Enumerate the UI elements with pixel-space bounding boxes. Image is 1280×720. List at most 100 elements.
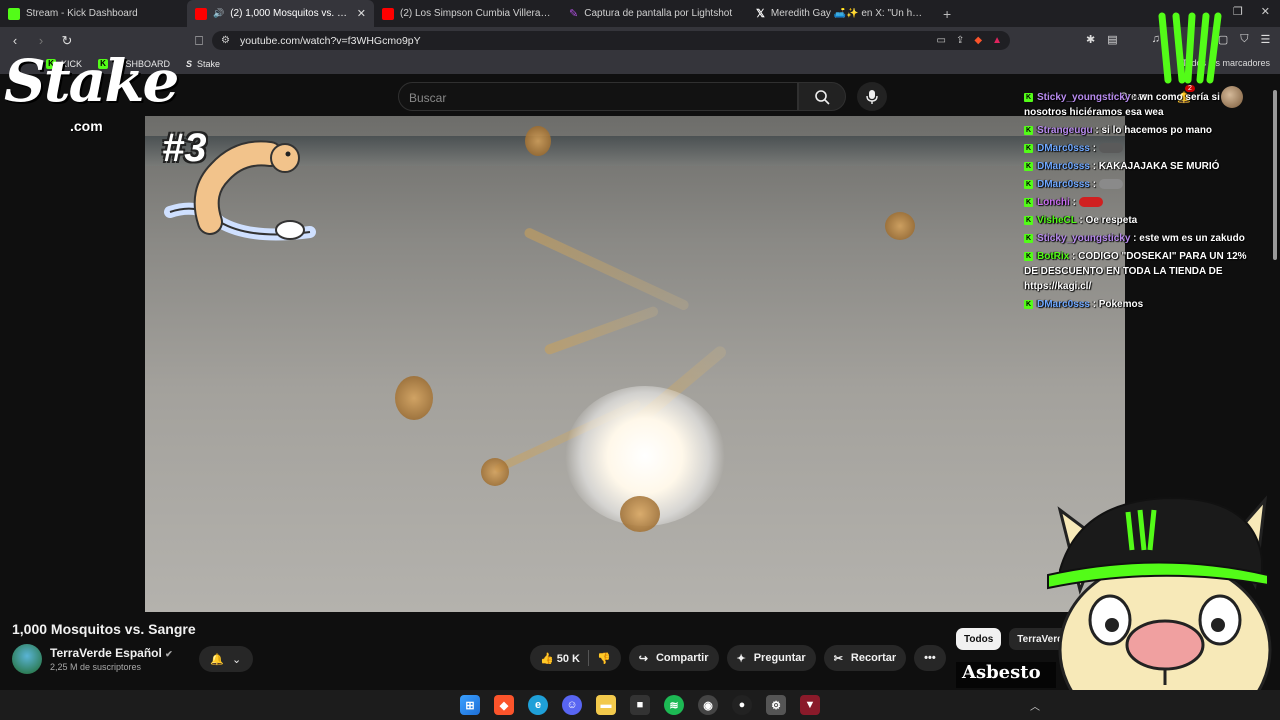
channel-name-text: TerraVerde Español — [50, 646, 162, 660]
chat-username[interactable]: DMarc0sss — [1037, 179, 1090, 190]
new-tab-button[interactable]: + — [935, 6, 959, 22]
thumbs-up-icon: 👍 — [540, 652, 554, 665]
chat-text: Oe respeta — [1085, 215, 1138, 226]
channel-avatar[interactable] — [12, 644, 42, 674]
app-shield-icon[interactable]: ▼ — [800, 695, 820, 715]
voice-search-button[interactable] — [857, 82, 887, 111]
obs-icon[interactable]: ◉ — [698, 695, 718, 715]
ask-label: Preguntar — [753, 652, 806, 664]
cat-mascot-icon — [1047, 495, 1272, 720]
close-tab-icon[interactable]: ✕ — [357, 7, 366, 20]
kick-badge-icon: K — [1024, 251, 1033, 261]
menu-icon[interactable]: ☰ — [1261, 33, 1271, 46]
bookmarks-bar: K KICK K DASHBOARD S Stake Todos los mar… — [0, 54, 1280, 74]
spotify-icon[interactable]: ≋ — [664, 695, 684, 715]
chat-emote-icon — [1098, 179, 1123, 190]
chat-message: K Lonchi : — [1024, 195, 1254, 210]
app-icon[interactable]: ● — [732, 695, 752, 715]
tab-kick-dashboard[interactable]: Stream - Kick Dashboard — [0, 0, 187, 27]
tab-youtube-simpson[interactable]: (2) Los Simpson Cumbia Villera El Pri — [374, 0, 561, 27]
back-icon[interactable]: ‹ — [4, 33, 26, 48]
windows-start-icon[interactable]: ⊞ — [460, 695, 480, 715]
chat-message: K DMarc0sss : Pokemos — [1024, 299, 1144, 310]
kick-icon — [8, 7, 20, 20]
tray-chevron-up-icon[interactable]: ︿ — [1030, 698, 1040, 713]
cast-icon[interactable]: ▭ — [937, 35, 946, 46]
kick-badge-icon: K — [1024, 92, 1033, 102]
bookmark-stake[interactable]: S Stake — [186, 59, 220, 69]
chat-emote-icon — [1098, 143, 1123, 154]
larva-tail — [543, 305, 660, 356]
dislike-button[interactable]: 👎 — [597, 652, 611, 665]
bell-icon: 🔔 — [210, 653, 224, 666]
larva — [885, 212, 915, 240]
chat-username[interactable]: Sticky_youngsticky — [1037, 233, 1130, 244]
ask-button[interactable]: ✦ Preguntar — [726, 645, 816, 671]
brave-shield-icon[interactable]: ◆ — [974, 35, 982, 46]
stream-chat-overlay: K Sticky_youngsticky : wn como sería si n… — [1024, 90, 1254, 315]
bookmark-icon[interactable]: ⎕ — [188, 33, 210, 49]
chat-username[interactable]: Strangeugu — [1037, 125, 1093, 136]
x-icon: 𝕏 — [756, 8, 765, 20]
more-icon: ••• — [924, 652, 936, 664]
sidebar-icon[interactable]: ▤ — [1107, 33, 1117, 46]
more-actions-button[interactable]: ••• — [914, 645, 946, 671]
tab-title: (2) 1,000 Mosquitos vs. Sangre — [230, 8, 351, 19]
site-info-icon[interactable]: ⚙ — [221, 35, 230, 46]
scrollbar-thumb[interactable] — [1273, 90, 1277, 260]
share-icon[interactable]: ⇪ — [956, 35, 964, 46]
brave-browser-icon[interactable]: ◆ — [494, 695, 514, 715]
tab-x[interactable]: 𝕏 Meredith Gay 🛋️✨ en X: "Un homb — [748, 0, 935, 27]
discord-icon[interactable]: ☺ — [562, 695, 582, 715]
brave-rewards-icon[interactable]: ▲ — [992, 35, 1002, 46]
chat-username[interactable]: DMarc0sss — [1037, 143, 1090, 154]
channel-name[interactable]: TerraVerde Español ✔ — [50, 646, 173, 660]
youtube-icon — [195, 7, 207, 20]
stake-logo-domain: .com — [70, 118, 103, 134]
channel-text: TerraVerde Español ✔ 2,25 M de suscripto… — [50, 646, 173, 672]
chat-text: Pokemos — [1098, 299, 1144, 310]
rank-badge: #3 — [162, 126, 207, 170]
chat-username[interactable]: VisheCL — [1037, 215, 1077, 226]
chat-message: K Sticky_youngsticky : este wm es un zaku… — [1024, 233, 1245, 244]
kick-badge-icon: K — [1024, 179, 1033, 189]
vpn-icon[interactable]: ⛉ — [1240, 33, 1248, 46]
window-controls: ❐ ✕ — [1233, 5, 1270, 18]
chat-username[interactable]: DMarc0sss — [1037, 161, 1090, 172]
larva — [395, 376, 433, 420]
chat-username[interactable]: DMarc0sss — [1037, 299, 1090, 310]
navigation-bar: ‹ › ↻ ⎕ ⚙ youtube.com/watch?v=f3WHGcmo9p… — [0, 27, 1280, 54]
chat-username[interactable]: Sticky_youngsticky — [1037, 92, 1130, 103]
close-window-icon[interactable]: ✕ — [1261, 5, 1270, 18]
search-button[interactable] — [798, 82, 846, 111]
scissors-icon: ✂ — [833, 652, 843, 665]
chat-username[interactable]: Lonchi — [1037, 197, 1070, 208]
forward-icon[interactable]: › — [30, 33, 52, 48]
tab-lightshot[interactable]: ✎ Captura de pantalla por Lightshot — [561, 0, 748, 27]
chat-username[interactable]: BotRix — [1037, 251, 1069, 262]
file-explorer-icon[interactable]: ▬ — [596, 695, 616, 715]
chat-message: K Sticky_youngsticky : wn como sería si n… — [1024, 92, 1220, 118]
chip-all[interactable]: Todos — [956, 628, 1002, 650]
address-bar[interactable]: ⚙ youtube.com/watch?v=f3WHGcmo9pY ▭ ⇪ ◆ … — [212, 31, 1010, 50]
kick-badge-icon: K — [1024, 125, 1033, 135]
share-button[interactable]: ↪ Compartir — [628, 645, 719, 671]
like-button[interactable]: 👍 50 K — [540, 652, 580, 665]
search-input[interactable]: Buscar — [398, 82, 798, 111]
tab-youtube-mosquitos[interactable]: 🔊 (2) 1,000 Mosquitos vs. Sangre ✕ — [187, 0, 374, 27]
clip-button[interactable]: ✂ Recortar — [823, 645, 907, 671]
larva — [620, 496, 660, 532]
speaker-icon[interactable]: 🔊 — [213, 8, 224, 19]
restore-icon[interactable]: ❐ — [1233, 5, 1243, 18]
extensions-icon[interactable]: ✱ — [1086, 33, 1095, 46]
edge-browser-icon[interactable]: e — [528, 695, 548, 715]
kick-badge-icon: K — [1024, 161, 1033, 171]
media-app-icon[interactable]: ■ — [630, 695, 650, 715]
larva-tail — [522, 226, 691, 312]
tab-title: (2) Los Simpson Cumbia Villera El Pri — [400, 8, 553, 19]
streamer-name-label: Asbesto — [956, 662, 1056, 688]
chat-message: K VisheCL : Oe respeta — [1024, 215, 1138, 226]
settings-gear-icon[interactable]: ⚙ — [766, 695, 786, 715]
page-scrollbar[interactable] — [1270, 90, 1280, 270]
subscription-bell-button[interactable]: 🔔 ⌄ — [198, 646, 253, 672]
